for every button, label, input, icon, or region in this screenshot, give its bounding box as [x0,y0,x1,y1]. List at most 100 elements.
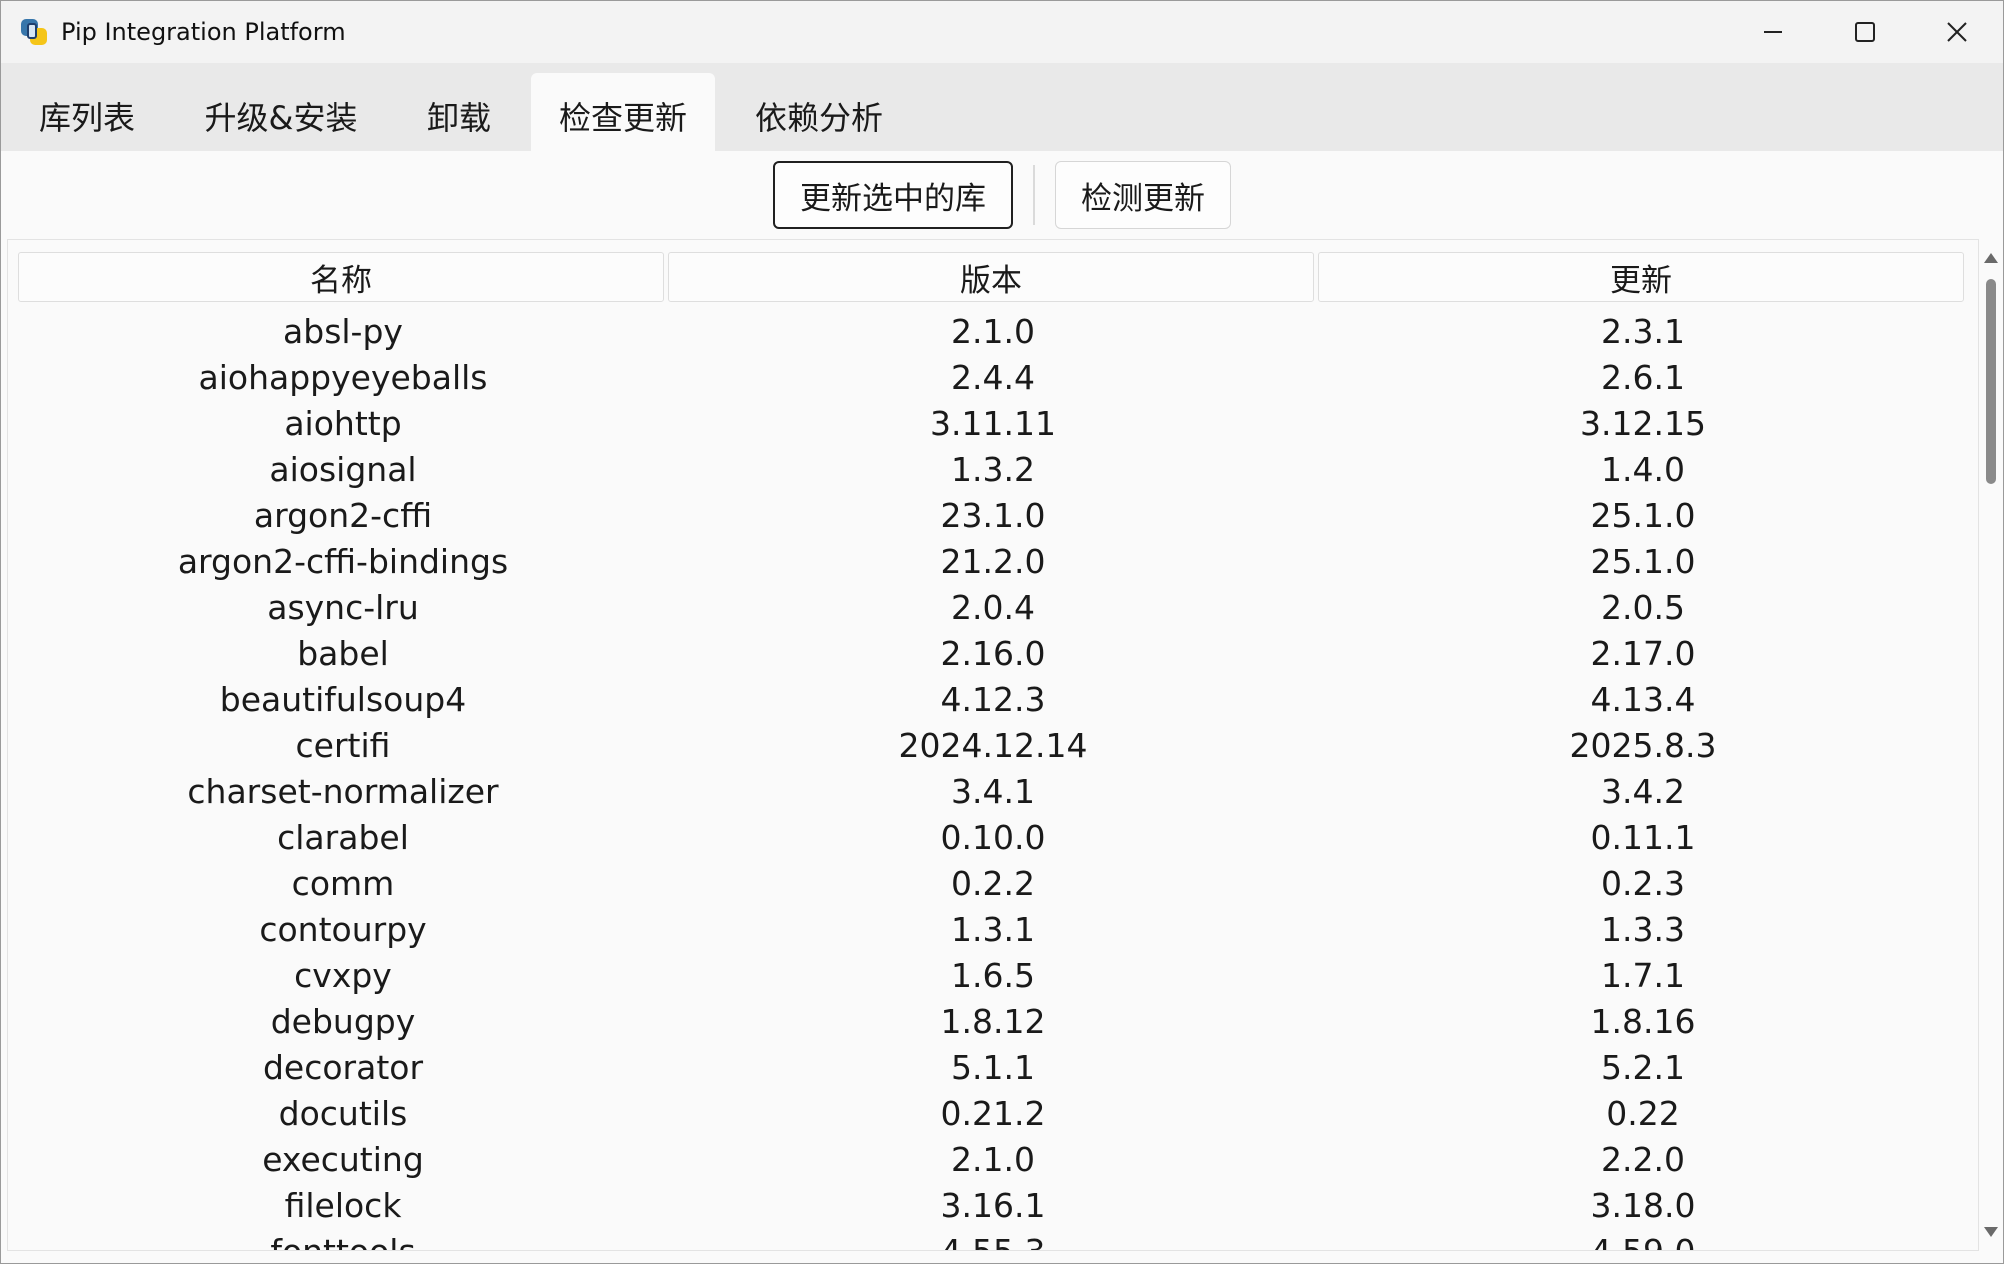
cell-update: 3.4.2 [1601,771,1685,811]
cell-name: aiohttp [284,403,402,443]
cell-version: 3.16.1 [940,1185,1046,1225]
minimize-icon [1764,31,1782,33]
cell-update: 1.8.16 [1590,1001,1696,1041]
cell-update: 0.2.3 [1601,863,1685,903]
minimize-button[interactable] [1727,1,1819,63]
table-row[interactable]: argon2-cffi-bindings 21.2.0 25.1.0 [18,538,1968,584]
table-row[interactable]: decorator 5.1.1 5.2.1 [18,1044,1968,1090]
maximize-icon [1855,22,1875,42]
cell-name: absl-py [283,311,403,351]
cell-update: 25.1.0 [1590,495,1696,535]
cell-version: 1.3.2 [951,449,1035,489]
cell-update: 0.11.1 [1590,817,1696,857]
table-row[interactable]: comm 0.2.2 0.2.3 [18,860,1968,906]
cell-update: 2.3.1 [1601,311,1685,351]
cell-version: 3.11.11 [930,403,1056,443]
vertical-scrollbar[interactable] [1979,239,2003,1251]
cell-update: 4.13.4 [1590,679,1696,719]
scroll-down-arrow-icon[interactable] [1984,1227,1998,1237]
cell-update: 2025.8.3 [1569,725,1717,765]
cell-name: clarabel [277,817,409,857]
cell-version: 1.8.12 [940,1001,1046,1041]
cell-version: 4.12.3 [940,679,1046,719]
cell-name: filelock [284,1185,402,1225]
cell-name: certifi [295,725,391,765]
cell-update: 25.1.0 [1590,541,1696,581]
cell-update: 2.2.0 [1601,1139,1685,1179]
cell-version: 4.55.3 [940,1231,1046,1251]
cell-name: beautifulsoup4 [219,679,467,719]
cell-name: async-lru [267,587,419,627]
tab-dependency-analysis[interactable]: 依赖分析 [729,73,909,151]
table-row[interactable]: fonttools 4.55.3 4.59.0 [18,1228,1968,1251]
close-icon [1947,22,1967,42]
table-row[interactable]: docutils 0.21.2 0.22 [18,1090,1968,1136]
table-body: absl-py 2.1.0 2.3.1 aiohappyeyeballs 2.4.4 2.… [18,308,1968,1251]
cell-version: 2.16.0 [940,633,1046,673]
table-row[interactable]: aiohappyeyeballs 2.4.4 2.6.1 [18,354,1968,400]
cell-update: 2.17.0 [1590,633,1696,673]
cell-name: cvxpy [294,955,392,995]
cell-name: charset-normalizer [187,771,499,811]
table-row[interactable]: charset-normalizer 3.4.1 3.4.2 [18,768,1968,814]
table-row[interactable]: aiohttp 3.11.11 3.12.15 [18,400,1968,446]
cell-version: 0.21.2 [940,1093,1046,1133]
table-row[interactable]: async-lru 2.0.4 2.0.5 [18,584,1968,630]
table-row[interactable]: absl-py 2.1.0 2.3.1 [18,308,1968,354]
cell-update: 1.4.0 [1601,449,1685,489]
cell-update: 1.3.3 [1601,909,1685,949]
cell-update: 1.7.1 [1601,955,1685,995]
table-row[interactable]: executing 2.1.0 2.2.0 [18,1136,1968,1182]
table-row[interactable]: aiosignal 1.3.2 1.4.0 [18,446,1968,492]
cell-version: 1.6.5 [951,955,1035,995]
cell-update: 2.6.1 [1601,357,1685,397]
cell-version: 2.1.0 [951,1139,1035,1179]
cell-version: 23.1.0 [940,495,1046,535]
toolbar-divider [1033,165,1035,225]
update-selected-button[interactable]: 更新选中的库 [773,161,1013,229]
updates-table: 名称 版本 更新 absl-py 2.1.0 2.3.1 aiohappyeyebal… [7,239,1979,1251]
tab-uninstall[interactable]: 卸载 [401,73,517,151]
cell-version: 1.3.1 [951,909,1035,949]
table-row[interactable]: argon2-cffi 23.1.0 25.1.0 [18,492,1968,538]
table-row[interactable]: beautifulsoup4 4.12.3 4.13.4 [18,676,1968,722]
column-header-version[interactable]: 版本 [668,252,1314,302]
table-row[interactable]: contourpy 1.3.1 1.3.3 [18,906,1968,952]
cell-version: 2.4.4 [951,357,1035,397]
cell-update: 5.2.1 [1601,1047,1685,1087]
tab-bar: 库列表 升级&安装 卸载 检查更新 依赖分析 [1,63,2003,151]
cell-update: 3.18.0 [1590,1185,1696,1225]
tab-library-list[interactable]: 库列表 [7,73,167,151]
tab-check-updates[interactable]: 检查更新 [531,73,715,151]
table-row[interactable]: debugpy 1.8.12 1.8.16 [18,998,1968,1044]
cell-name: fonttools [270,1231,416,1251]
scroll-up-arrow-icon[interactable] [1984,253,1998,263]
cell-name: comm [291,863,395,903]
cell-name: aiohappyeyeballs [198,357,488,397]
table-row[interactable]: babel 2.16.0 2.17.0 [18,630,1968,676]
close-button[interactable] [1911,1,2003,63]
cell-name: argon2-cffi-bindings [177,541,509,581]
window-title: Pip Integration Platform [61,18,346,46]
cell-name: decorator [262,1047,424,1087]
cell-version: 0.10.0 [940,817,1046,857]
column-header-update[interactable]: 更新 [1318,252,1964,302]
cell-name: debugpy [270,1001,416,1041]
check-updates-button[interactable]: 检测更新 [1055,161,1231,229]
tab-upgrade-install[interactable]: 升级&安装 [181,73,381,151]
table-row[interactable]: filelock 3.16.1 3.18.0 [18,1182,1968,1228]
toolbar: 更新选中的库 检测更新 [1,151,2003,241]
table-row[interactable]: certifi 2024.12.14 2025.8.3 [18,722,1968,768]
column-header-name[interactable]: 名称 [18,252,664,302]
cell-version: 0.2.2 [951,863,1035,903]
table-row[interactable]: cvxpy 1.6.5 1.7.1 [18,952,1968,998]
cell-name: docutils [278,1093,408,1133]
cell-update: 2.0.5 [1601,587,1685,627]
cell-version: 5.1.1 [951,1047,1035,1087]
maximize-button[interactable] [1819,1,1911,63]
cell-name: aiosignal [269,449,417,489]
scrollbar-thumb[interactable] [1986,279,1996,484]
cell-version: 2.1.0 [951,311,1035,351]
table-row[interactable]: clarabel 0.10.0 0.11.1 [18,814,1968,860]
cell-update: 0.22 [1606,1093,1680,1133]
